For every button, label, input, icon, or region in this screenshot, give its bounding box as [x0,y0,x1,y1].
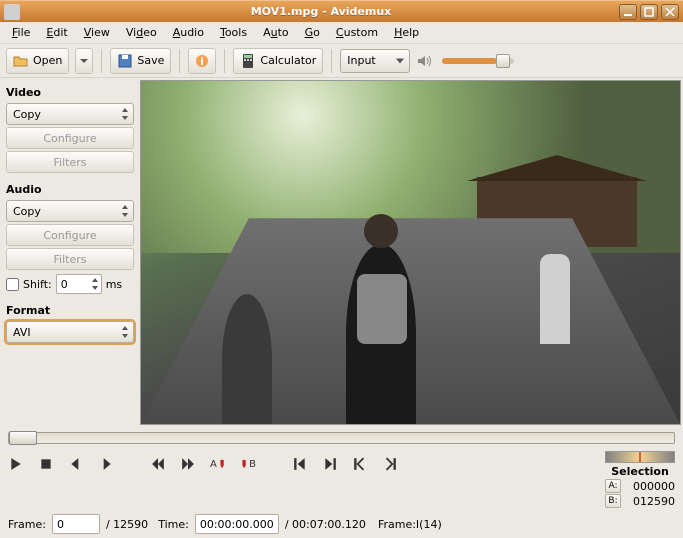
selection-bar [605,451,675,463]
play-button[interactable] [8,456,24,472]
selection-a-value: 000000 [623,480,675,493]
shift-row: Shift: 0 ms [6,274,134,294]
video-filters-button[interactable]: Filters [6,151,134,173]
goto-end-button[interactable] [322,456,338,472]
calculator-icon [240,53,256,69]
titlebar: MOV1.mpg - Avidemux [0,0,683,22]
selection-b-row: B: 012590 [605,494,675,508]
info-button[interactable]: i [188,48,216,74]
prev-frame-button[interactable] [68,456,84,472]
audio-codec-combo[interactable]: Copy [6,200,134,222]
format-heading: Format [6,304,134,317]
video-codec-combo[interactable]: Copy [6,103,134,125]
scrub-track[interactable] [8,432,675,444]
toolbar: Open Save i Calculator Input [0,44,683,78]
selection-a-row: A: 000000 [605,479,675,493]
control-row: A B Selection A: 000000 B: 012590 [0,449,683,510]
time-input[interactable] [195,514,279,534]
prev-black-button[interactable] [352,456,368,472]
app-icon [4,4,20,20]
menubar: File Edit View Video Audio Tools Auto Go… [0,22,683,44]
audio-configure-button[interactable]: Configure [6,224,134,246]
menu-tools[interactable]: Tools [212,24,255,41]
menu-file[interactable]: File [4,24,38,41]
main-area: Video Copy Configure Filters Audio Copy … [0,78,683,427]
frame-type: Frame:I(14) [378,518,442,531]
scrub-bar [0,427,683,449]
shift-label: Shift: [23,278,52,291]
menu-edit[interactable]: Edit [38,24,75,41]
volume-icon[interactable] [416,53,432,69]
volume-slider[interactable] [442,58,514,64]
stop-button[interactable] [38,456,54,472]
maximize-button[interactable] [640,4,658,20]
menu-audio[interactable]: Audio [165,24,212,41]
menu-video[interactable]: Video [118,24,165,41]
minimize-button[interactable] [619,4,637,20]
video-heading: Video [6,86,134,99]
time-total: / 00:07:00.120 [285,518,366,531]
sidebar: Video Copy Configure Filters Audio Copy … [0,78,140,427]
next-black-button[interactable] [382,456,398,472]
open-label: Open [33,54,62,67]
menu-auto[interactable]: Auto [255,24,297,41]
set-marker-a-button[interactable]: A [210,456,226,472]
video-configure-button[interactable]: Configure [6,127,134,149]
input-label: Input [347,54,375,67]
frame-total: / 12590 [106,518,148,531]
separator [331,49,332,73]
format-combo[interactable]: AVI [6,321,134,343]
window-title: MOV1.mpg - Avidemux [26,5,616,18]
selection-b-button[interactable]: B: [605,494,621,508]
close-button[interactable] [661,4,679,20]
time-label: Time: [158,518,189,531]
shift-spinbox[interactable]: 0 [56,274,102,294]
next-frame-button[interactable] [98,456,114,472]
svg-text:i: i [201,55,205,68]
scrub-handle[interactable] [9,431,37,445]
floppy-icon [117,53,133,69]
selection-b-value: 012590 [623,495,675,508]
shift-checkbox[interactable] [6,278,19,291]
forward-button[interactable] [180,456,196,472]
audio-heading: Audio [6,183,134,196]
audio-filters-button[interactable]: Filters [6,248,134,270]
calculator-button[interactable]: Calculator [233,48,323,74]
frame-input[interactable] [52,514,100,534]
rewind-button[interactable] [150,456,166,472]
set-marker-b-button[interactable]: B [240,456,256,472]
info-icon: i [194,53,210,69]
selection-a-button[interactable]: A: [605,479,621,493]
menu-help[interactable]: Help [386,24,427,41]
input-dropdown[interactable]: Input [340,49,410,73]
save-label: Save [137,54,164,67]
selection-panel: Selection A: 000000 B: 012590 [605,451,675,508]
open-button[interactable]: Open [6,48,69,74]
shift-unit: ms [106,278,122,291]
separator [179,49,180,73]
separator [101,49,102,73]
status-row: Frame: / 12590 Time: / 00:07:00.120 Fram… [0,510,683,538]
frame-label: Frame: [8,518,46,531]
selection-heading: Selection [605,465,675,478]
separator [224,49,225,73]
transport-controls: A B [8,453,398,475]
menu-custom[interactable]: Custom [328,24,386,41]
folder-open-icon [13,53,29,69]
menu-go[interactable]: Go [297,24,328,41]
calculator-label: Calculator [260,54,316,67]
save-button[interactable]: Save [110,48,171,74]
open-dropdown[interactable] [75,48,93,74]
goto-start-button[interactable] [292,456,308,472]
video-preview [140,80,681,425]
menu-view[interactable]: View [76,24,118,41]
